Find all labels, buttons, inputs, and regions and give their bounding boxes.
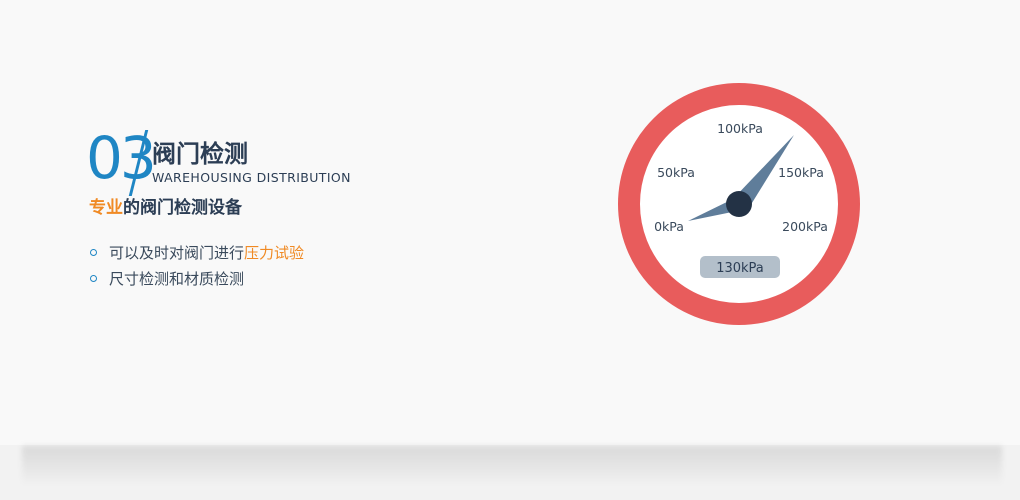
section-title: 阀门检测 xyxy=(152,140,248,168)
section-subtitle: WAREHOUSING DISTRIBUTION xyxy=(152,170,351,185)
gauge-label-50: 50kPa xyxy=(657,165,695,180)
pressure-gauge: 100kPa 50kPa 150kPa 0kPa 200kPa 130kPa xyxy=(618,83,860,325)
feature-item: 尺寸检测和材质检测 xyxy=(90,268,304,294)
feature-highlight: 压力试验 xyxy=(244,244,305,262)
circle-bullet-icon xyxy=(90,249,97,256)
tagline: 专业的阀门检测设备 xyxy=(89,197,242,219)
card-shadow xyxy=(22,446,1002,486)
gauge-label-200: 200kPa xyxy=(782,219,828,234)
feature-text: 可以及时对阀门进行 xyxy=(109,244,245,262)
gauge-label-150: 150kPa xyxy=(778,165,824,180)
gauge-reading: 130kPa xyxy=(716,261,764,276)
tagline-text: 的阀门检测设备 xyxy=(123,198,242,218)
circle-bullet-icon xyxy=(90,275,97,282)
gauge-label-100: 100kPa xyxy=(717,121,763,136)
feature-list: 可以及时对阀门进行压力试验 尺寸检测和材质检测 xyxy=(90,242,304,294)
gauge-hub xyxy=(726,191,752,217)
feature-text: 尺寸检测和材质检测 xyxy=(109,270,245,288)
gauge-label-0: 0kPa xyxy=(654,219,684,234)
tagline-highlight: 专业 xyxy=(89,198,123,218)
feature-item: 可以及时对阀门进行压力试验 xyxy=(90,242,304,268)
